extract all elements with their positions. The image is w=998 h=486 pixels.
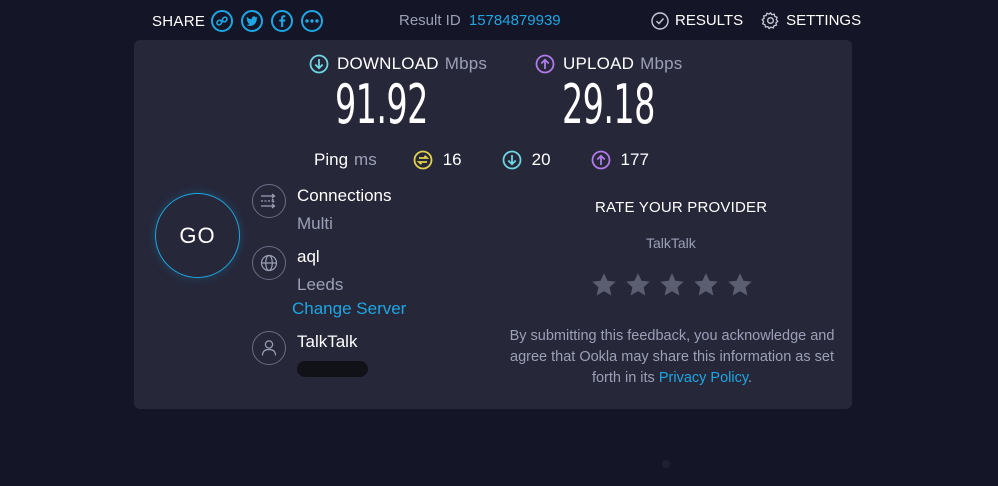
connections-value: Multi bbox=[297, 214, 333, 233]
result-id-link[interactable]: 15784879939 bbox=[469, 12, 561, 29]
ping-label: Ping bbox=[314, 150, 349, 169]
upload-label: UPLOAD bbox=[563, 54, 635, 73]
server-name: aql bbox=[297, 247, 320, 266]
result-id-display: Result ID 15784879939 bbox=[399, 12, 561, 29]
feedback-disclaimer: By submitting this feedback, you acknowl… bbox=[508, 326, 836, 389]
download-unit: Mbps bbox=[444, 54, 488, 73]
ping-icon bbox=[413, 150, 433, 170]
user-icon bbox=[252, 331, 286, 365]
results-label: RESULTS bbox=[675, 12, 744, 29]
upload-value: 29.18 bbox=[562, 73, 655, 136]
ping-download: 20 bbox=[502, 150, 551, 170]
settings-link[interactable]: SETTINGS bbox=[761, 11, 861, 30]
arrow-up-circle-icon bbox=[535, 54, 555, 74]
server-location: Leeds bbox=[297, 275, 344, 294]
upload-metric: UPLOAD Mbps 29.18 bbox=[535, 54, 712, 134]
download-value: 91.92 bbox=[335, 73, 428, 136]
connections-title: Connections bbox=[297, 186, 392, 205]
facebook-icon[interactable] bbox=[271, 10, 294, 32]
star-icon[interactable] bbox=[725, 270, 755, 300]
ping-idle: 16 bbox=[413, 150, 462, 170]
arrow-down-circle-icon bbox=[309, 54, 329, 74]
star-icon[interactable] bbox=[657, 270, 687, 300]
share-label: SHARE bbox=[152, 12, 206, 30]
arrow-up-circle-icon bbox=[591, 150, 610, 170]
link-icon[interactable] bbox=[211, 10, 234, 32]
ping-download-value: 20 bbox=[531, 150, 551, 169]
feedback-end: . bbox=[748, 370, 753, 386]
ping-row: Ping ms 16 20 177 bbox=[314, 150, 689, 170]
star-icon[interactable] bbox=[691, 270, 721, 300]
privacy-policy-link[interactable]: Privacy Policy bbox=[659, 370, 748, 386]
ping-upload-value: 177 bbox=[620, 150, 649, 169]
share-bar: SHARE bbox=[152, 8, 331, 34]
result-id-label: Result ID bbox=[399, 12, 461, 29]
arrow-down-circle-icon bbox=[502, 150, 522, 170]
globe-icon bbox=[252, 246, 286, 280]
settings-label: SETTINGS bbox=[786, 12, 862, 29]
more-icon[interactable] bbox=[301, 10, 324, 32]
top-bar: SHARE Result ID 15784879939 RESULTS SETT… bbox=[0, 0, 998, 40]
upload-unit: Mbps bbox=[640, 54, 683, 73]
redacted-ip bbox=[297, 361, 368, 377]
ping-upload: 177 bbox=[591, 150, 649, 170]
rate-provider-title: RATE YOUR PROVIDER bbox=[595, 199, 768, 216]
ping-idle-value: 16 bbox=[442, 150, 462, 169]
top-nav: RESULTS SETTINGS bbox=[651, 11, 879, 30]
rate-provider-name: TalkTalk bbox=[646, 235, 696, 251]
download-metric: DOWNLOAD Mbps 91.92 bbox=[309, 54, 487, 134]
star-icon[interactable] bbox=[623, 270, 653, 300]
star-rating bbox=[589, 270, 759, 300]
download-label: DOWNLOAD bbox=[337, 54, 439, 73]
ping-unit: ms bbox=[354, 150, 377, 169]
go-button[interactable]: GO bbox=[155, 193, 240, 278]
page-indicator-dot bbox=[662, 460, 670, 468]
check-circle-icon bbox=[651, 11, 669, 30]
change-server-link[interactable]: Change Server bbox=[292, 299, 406, 319]
provider-name: TalkTalk bbox=[297, 332, 358, 351]
gear-icon bbox=[761, 11, 779, 30]
results-link[interactable]: RESULTS bbox=[651, 11, 744, 30]
connections-icon bbox=[252, 184, 286, 218]
twitter-icon[interactable] bbox=[241, 10, 264, 32]
result-card: DOWNLOAD Mbps 91.92 UPLOAD Mbps 29.18 Pi… bbox=[134, 40, 852, 409]
star-icon[interactable] bbox=[589, 270, 619, 300]
